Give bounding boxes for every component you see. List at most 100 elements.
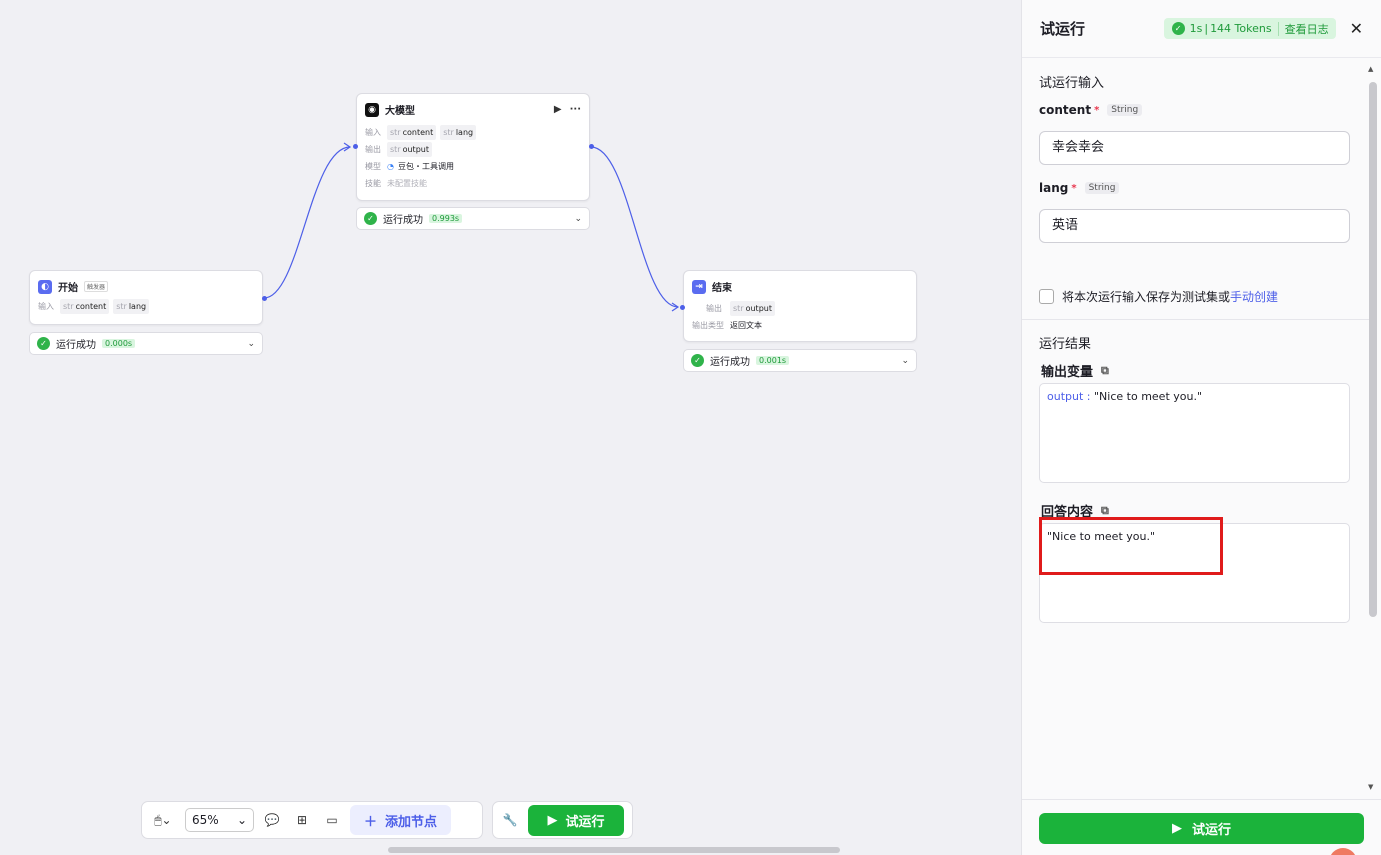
play-icon[interactable]: ▶ — [554, 104, 562, 115]
layout-grid-icon[interactable]: ⊞ — [290, 808, 314, 832]
input-section-title: 试运行输入 — [1039, 76, 1105, 91]
start-node[interactable]: ◐ 开始 触发器 输入 str content str lang — [29, 270, 263, 325]
time-chip: 0.001s — [756, 356, 790, 365]
check-circle-icon: ✓ — [1171, 22, 1185, 35]
status-text: 运行成功 — [710, 357, 750, 368]
end-output-type-label: 输出类型 — [692, 321, 724, 330]
check-circle-icon: ✓ — [364, 212, 377, 225]
status-text: 运行成功 — [383, 215, 423, 226]
end-output-label: 输出 — [706, 304, 722, 313]
run-tokens: 144 Tokens — [1210, 22, 1272, 35]
divider — [1022, 319, 1370, 320]
var-chip: str output — [730, 301, 775, 316]
trigger-tag: 触发器 — [84, 281, 109, 292]
llm-node-title: 大模型 — [385, 106, 415, 117]
avatar[interactable] — [1329, 848, 1357, 855]
output-vars-title: 输出变量 ⧉ — [1041, 363, 1109, 381]
var-chip: str content — [60, 299, 110, 314]
play-icon: ▶ — [1171, 821, 1182, 836]
scroll-down-icon[interactable]: ▼ — [1368, 783, 1373, 791]
save-testset-label: 将本次运行输入保存为测试集或手动创建 — [1062, 290, 1279, 304]
more-icon[interactable]: ··· — [570, 104, 581, 115]
copy-icon[interactable]: ⧉ — [1101, 504, 1109, 518]
run-toolbar: 🔧 ▶ 试运行 — [492, 801, 633, 839]
run-label: 试运行 — [565, 814, 605, 830]
zoom-select[interactable]: 65% ⌄ — [185, 808, 254, 832]
mouse-mode-icon[interactable]: 🖱⌄ — [147, 808, 179, 832]
skill-value: 未配置技能 — [387, 179, 427, 188]
llm-node-output-handle[interactable] — [589, 144, 594, 149]
zoom-value: 65% — [192, 813, 219, 827]
type-badge: String — [1084, 182, 1120, 194]
highlight-box — [1039, 517, 1223, 575]
chevron-down-icon[interactable]: ⌄ — [901, 356, 909, 366]
close-icon[interactable]: ✕ — [1350, 19, 1363, 38]
copy-icon[interactable]: ⧉ — [1101, 364, 1109, 378]
llm-model-label: 模型 — [365, 162, 381, 171]
start-node-icon: ◐ — [38, 279, 52, 294]
comment-icon[interactable]: 💬 — [260, 808, 284, 832]
save-testset-row: 将本次运行输入保存为测试集或手动创建 — [1039, 288, 1278, 305]
end-node-icon: ⇥ — [692, 279, 706, 294]
var-chip: str output — [387, 142, 432, 157]
vertical-scrollbar[interactable] — [1369, 82, 1377, 617]
chevron-down-icon[interactable]: ⌄ — [247, 339, 255, 349]
run-stats-badge: ✓ 1s | 144 Tokens 查看日志 — [1163, 18, 1336, 39]
var-chip: str content — [387, 125, 437, 140]
status-text: 运行成功 — [56, 340, 96, 351]
start-node-title: 开始 — [58, 283, 78, 294]
chevron-down-icon[interactable]: ⌄ — [574, 214, 582, 224]
stats-separator: | — [1204, 22, 1209, 35]
llm-output-label: 输出 — [365, 145, 381, 154]
scroll-up-icon[interactable]: ▲ — [1368, 65, 1373, 73]
save-testset-checkbox[interactable] — [1039, 289, 1054, 304]
chevron-down-icon: ⌄ — [236, 813, 247, 827]
test-run-panel: 试运行 ✓ 1s | 144 Tokens 查看日志 ✕ 试运行输入 conte… — [1021, 0, 1381, 855]
end-node-title: 结束 — [712, 283, 732, 294]
output-vars-box: output : "Nice to meet you." — [1039, 383, 1350, 483]
minimap-icon[interactable]: ▭ — [320, 808, 344, 832]
time-chip: 0.993s — [429, 214, 463, 223]
panel-run-button[interactable]: ▶ 试运行 — [1039, 813, 1364, 844]
workflow-canvas[interactable]: ◐ 开始 触发器 输入 str content str lang ✓ 运行成功 0.… — [0, 0, 1021, 855]
llm-node-input-handle[interactable] — [353, 144, 358, 149]
add-node-button[interactable]: ＋ 添加节点 — [350, 805, 452, 835]
type-badge: String — [1107, 104, 1143, 116]
llm-skill-label: 技能 — [365, 179, 381, 188]
panel-header: 试运行 ✓ 1s | 144 Tokens 查看日志 ✕ — [1022, 0, 1381, 58]
wrench-icon[interactable]: 🔧 — [498, 808, 522, 832]
panel-footer: ▶ 试运行 — [1022, 799, 1381, 855]
play-icon: ▶ — [547, 812, 558, 828]
horizontal-scrollbar[interactable] — [388, 847, 840, 853]
end-node[interactable]: ⇥ 结束 输出 str output 输出类型 返回文本 — [683, 270, 917, 342]
time-chip: 0.000s — [102, 339, 136, 348]
output-key: output — [1047, 390, 1084, 403]
end-output-type-value: 返回文本 — [730, 321, 762, 330]
canvas-run-button[interactable]: ▶ 试运行 — [528, 804, 624, 836]
field-label-lang: lang * String — [1039, 181, 1120, 195]
manual-create-link[interactable]: 手动创建 — [1230, 290, 1278, 304]
llm-node[interactable]: ◉ 大模型 ▶ ··· 输入 str content str lang 输出 str… — [356, 93, 590, 201]
edge-llm-end — [590, 146, 679, 308]
llm-node-status[interactable]: ✓ 运行成功 0.993s ⌄ — [356, 207, 590, 230]
panel-run-label: 试运行 — [1191, 823, 1231, 838]
start-input-label: 输入 — [38, 302, 54, 311]
divider — [1277, 21, 1279, 36]
run-duration: 1s — [1189, 22, 1203, 35]
end-node-status[interactable]: ✓ 运行成功 0.001s ⌄ — [683, 349, 917, 372]
start-node-output-handle[interactable] — [262, 296, 267, 301]
model-value: 豆包・工具调用 — [397, 162, 454, 171]
start-node-status[interactable]: ✓ 运行成功 0.000s ⌄ — [29, 332, 263, 355]
llm-input-label: 输入 — [365, 128, 381, 137]
content-input[interactable]: 幸会幸会 — [1039, 131, 1350, 165]
field-label-content: content * String — [1039, 103, 1143, 117]
end-node-input-handle[interactable] — [680, 305, 685, 310]
edge-start-llm — [263, 146, 351, 299]
view-log-link[interactable]: 查看日志 — [1285, 21, 1329, 37]
result-section-title: 运行结果 — [1039, 337, 1092, 352]
var-chip: str lang — [113, 299, 150, 314]
plus-icon: ＋ — [364, 814, 378, 830]
check-circle-icon: ✓ — [691, 354, 704, 367]
lang-input[interactable]: 英语 — [1039, 209, 1350, 243]
canvas-toolbar: 🖱⌄ 65% ⌄ 💬 ⊞ ▭ ＋ 添加节点 — [141, 801, 483, 839]
